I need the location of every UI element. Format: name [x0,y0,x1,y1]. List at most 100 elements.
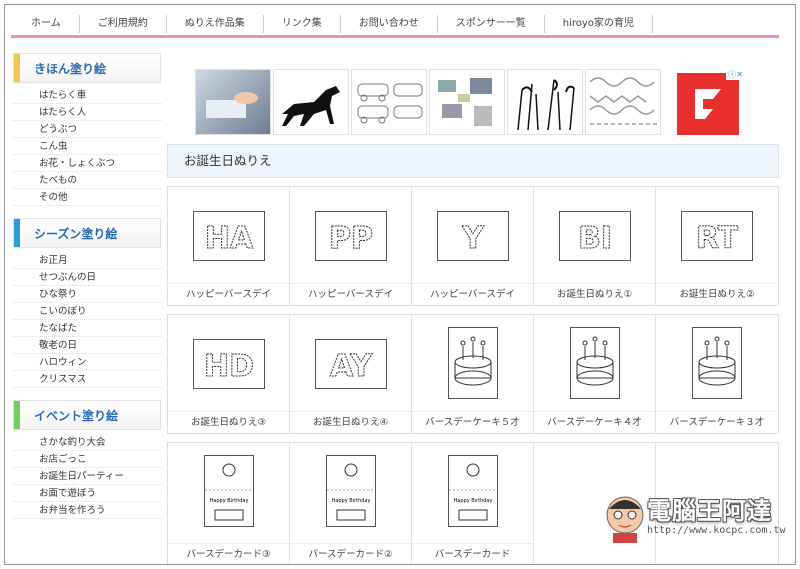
card-text: Happy Birthday [331,498,370,504]
sidebar-item[interactable]: クリスマス [13,371,161,388]
card-coloring-thumbnail[interactable]: Happy Birthday [203,455,254,527]
sidebar-item[interactable]: せつぶんの日 [13,269,161,286]
sidebar-item[interactable]: はたらく車 [13,87,161,104]
gallery-row: HA ハッピーバースデイ PP ハッピーバースデイ Y ハッピーバースデイ BI お誕生日ぬり… [167,186,779,306]
sidebar-item[interactable]: こいのぼり [13,303,161,320]
gallery-item[interactable]: Happy Birthday バースデーカード② [290,443,412,564]
sidebar: きほん塗り絵はたらく車 はたらく人 どうぶつ こん虫 お花・しょくぶつ たべもの その他シー… [13,53,161,531]
watermark: 電腦王阿達 http://www.kocpc.com.tw [603,489,793,545]
gallery-item-caption[interactable]: バースデーカード [412,543,533,564]
sidebar-item[interactable]: お誕生日パーティー [13,468,161,485]
gallery-item-caption[interactable]: お誕生日ぬりえ② [656,283,778,305]
sidebar-item[interactable]: その他 [13,189,161,206]
thumbnail-letters: Y [461,221,485,256]
gallery-item[interactable]: BI お誕生日ぬりえ① [534,187,656,305]
sidebar-list: はたらく車 はたらく人 どうぶつ こん虫 お花・しょくぶつ たべもの その他 [13,87,161,206]
mascot-icon [606,496,644,543]
sidebar-item[interactable]: ひな祭り [13,286,161,303]
gallery-item-caption[interactable]: バースデーケーキ３才 [656,411,778,433]
gallery-item[interactable]: RT お誕生日ぬりえ② [656,187,778,305]
gallery-item[interactable]: PP ハッピーバースデイ [290,187,412,305]
section-color-bar [14,54,20,82]
letter-coloring-thumbnail[interactable]: Y [436,211,509,261]
gallery-item-caption[interactable]: お誕生日ぬりえ③ [168,411,289,433]
sidebar-item[interactable]: お花・しょくぶつ [13,155,161,172]
card-text: Happy Birthday [209,498,248,504]
sidebar-item[interactable]: お弁当を作ろう [13,502,161,519]
nav-home[interactable]: ホーム [11,14,80,33]
nav-links[interactable]: リンク集 [264,14,341,33]
ad-image-horse[interactable] [273,69,349,135]
gallery-item[interactable]: バースデーケーキ３才 [656,315,778,433]
gallery-item-caption[interactable]: バースデーカード③ [168,543,289,564]
thumbnail-letters: PP [329,221,373,256]
nav-sponsors[interactable]: スポンサー一覧 [438,14,545,33]
ad-image-cars[interactable] [351,69,427,135]
cake-coloring-thumbnail[interactable] [692,327,742,399]
gallery-item[interactable]: バースデーケーキ４才 [534,315,656,433]
sidebar-item[interactable]: 敬老の日 [13,337,161,354]
thumbnail-letters: RT [696,221,739,256]
gallery-item-caption[interactable]: バースデーケーキ５才 [412,411,533,433]
nav-hiroyo-parenting[interactable]: hiroyo家の育児 [545,14,653,33]
gallery-item-caption[interactable]: ハッピーバースデイ [168,283,289,305]
gallery-item-caption[interactable]: バースデーカード② [290,543,411,564]
gallery-item[interactable]: HA ハッピーバースデイ [168,187,290,305]
card-text: Happy Birthday [453,498,492,504]
sidebar-item[interactable]: お正月 [13,252,161,269]
letter-coloring-thumbnail[interactable]: BI [558,211,631,261]
sidebar-section-header: イベント塗り絵 [13,400,161,430]
sidebar-item[interactable]: お店ごっこ [13,451,161,468]
gallery-item[interactable]: Y ハッピーバースデイ [412,187,534,305]
sidebar-section-header: きほん塗り絵 [13,53,161,83]
gallery-item-caption[interactable]: お誕生日ぬりえ① [534,283,655,305]
gallery-item[interactable]: バースデーケーキ５才 [412,315,534,433]
thumbnail-letters: HD [203,349,253,384]
cake-coloring-thumbnail[interactable] [569,327,620,399]
sidebar-item[interactable]: たべもの [13,172,161,189]
letter-coloring-thumbnail[interactable]: HA [192,211,265,261]
sidebar-item[interactable]: お面で遊ぼう [13,485,161,502]
card-coloring-thumbnail[interactable]: Happy Birthday [447,455,498,527]
gallery-item[interactable]: AY お誕生日ぬりえ④ [290,315,412,433]
nav-gallery[interactable]: ぬりえ作品集 [167,14,264,33]
sidebar-section-title: シーズン塗り絵 [34,227,118,241]
letter-coloring-thumbnail[interactable]: RT [681,211,753,261]
sidebar-item[interactable]: はたらく人 [13,104,161,121]
card-coloring-thumbnail[interactable]: Happy Birthday [325,455,376,527]
top-nav: ホーム ご利用規約 ぬりえ作品集 リンク集 お問い合わせ スポンサー一覧 hir… [11,12,779,38]
section-color-bar [14,219,20,247]
sidebar-item[interactable]: たなばた [13,320,161,337]
gallery-row: HD お誕生日ぬりえ③ AY お誕生日ぬりえ④ バースデーケーキ５才 バースデーケーキ４才… [167,314,779,434]
letter-coloring-thumbnail[interactable]: HD [192,339,265,389]
sidebar-section-title: イベント塗り絵 [34,409,119,423]
sidebar-item[interactable]: さかな釣り大会 [13,434,161,451]
cake-coloring-thumbnail[interactable] [447,327,498,399]
thumbnail-letters: AY [329,349,372,384]
ad-choices-icon[interactable]: ⓘ✕ [726,69,745,80]
ad-image-hands[interactable] [195,69,271,135]
ad-image-logo[interactable]: ⓘ✕ [671,69,745,135]
nav-terms[interactable]: ご利用規約 [80,14,167,33]
gallery-item-caption[interactable]: ハッピーバースデイ [412,283,533,305]
sidebar-section-title: きほん塗り絵 [34,62,107,76]
gallery-item[interactable]: Happy Birthday バースデーカード [412,443,534,564]
gallery-item-caption[interactable]: バースデーケーキ４才 [534,411,655,433]
ad-image-patterns[interactable] [585,69,661,135]
nav-contact[interactable]: お問い合わせ [341,14,438,33]
ad-banner[interactable]: ⓘ✕ [195,69,755,137]
page-title: お誕生日ぬりえ [167,144,779,178]
letter-coloring-thumbnail[interactable]: PP [314,211,387,261]
section-color-bar [14,401,20,429]
gallery-item-caption[interactable]: ハッピーバースデイ [290,283,411,305]
gallery-item[interactable]: HD お誕生日ぬりえ③ [168,315,290,433]
sidebar-item[interactable]: こん虫 [13,138,161,155]
sidebar-item[interactable]: ハロウィン [13,354,161,371]
sidebar-item[interactable]: どうぶつ [13,121,161,138]
ad-image-devices[interactable] [429,69,505,135]
ad-image-plants[interactable] [507,69,583,135]
watermark-url: http://www.kocpc.com.tw [647,525,786,536]
gallery-item-caption[interactable]: お誕生日ぬりえ④ [290,411,411,433]
gallery-item[interactable]: Happy Birthday バースデーカード③ [168,443,290,564]
letter-coloring-thumbnail[interactable]: AY [314,339,387,389]
